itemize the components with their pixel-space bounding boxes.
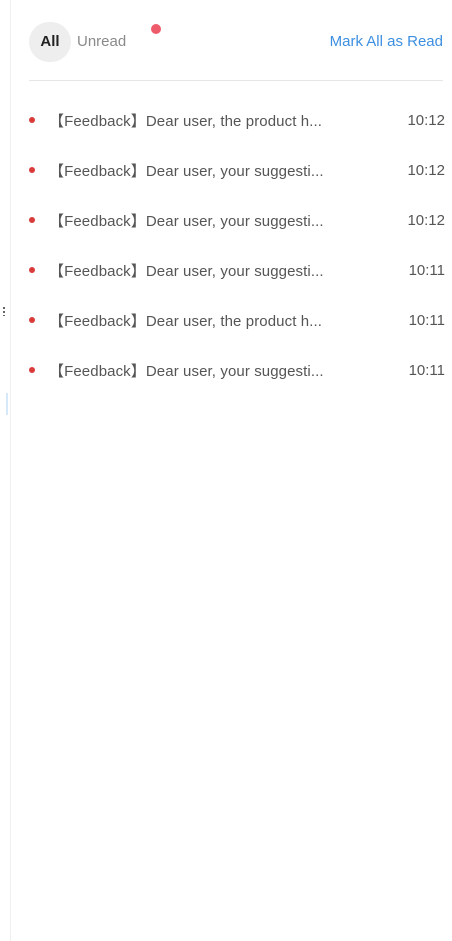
notification-time: 10:11 — [408, 261, 445, 279]
scroll-indicator — [6, 393, 8, 415]
unread-indicator-badge — [151, 24, 161, 34]
header-divider — [29, 80, 443, 81]
notification-item[interactable]: 【Feedback】Dear user, your suggesti... 10… — [25, 245, 445, 295]
notification-item[interactable]: 【Feedback】Dear user, the product h... 10… — [25, 295, 445, 345]
mark-all-as-read-link[interactable]: Mark All as Read — [330, 22, 443, 62]
notification-time: 10:12 — [407, 111, 445, 129]
notification-time: 10:11 — [408, 361, 445, 379]
unread-dot-icon — [29, 167, 35, 173]
left-edge-marker — [0, 300, 8, 420]
notification-text: 【Feedback】Dear user, your suggesti... — [49, 212, 324, 230]
notification-text: 【Feedback】Dear user, the product h... — [49, 312, 323, 330]
tab-unread[interactable]: Unread — [77, 22, 126, 62]
notification-list: 【Feedback】Dear user, the product h... 10… — [25, 95, 445, 395]
notification-item[interactable]: 【Feedback】Dear user, your suggesti... 10… — [25, 345, 445, 395]
notification-text: 【Feedback】Dear user, your suggesti... — [49, 362, 324, 380]
unread-dot-icon — [29, 117, 35, 123]
unread-dot-icon — [29, 217, 35, 223]
notification-text: 【Feedback】Dear user, your suggesti... — [49, 262, 324, 280]
notification-item[interactable]: 【Feedback】Dear user, your suggesti... 10… — [25, 145, 445, 195]
notification-time: 10:12 — [407, 211, 445, 229]
drag-handle-icon[interactable] — [3, 306, 5, 316]
notification-item[interactable]: 【Feedback】Dear user, the product h... 10… — [25, 95, 445, 145]
tab-all[interactable]: All — [29, 22, 71, 62]
notification-text: 【Feedback】Dear user, the product h... — [49, 112, 323, 130]
unread-dot-icon — [29, 317, 35, 323]
notification-item[interactable]: 【Feedback】Dear user, your suggesti... 10… — [25, 195, 445, 245]
notification-panel: All Unread Mark All as Read 【Feedback】De… — [10, 0, 452, 941]
notification-text: 【Feedback】Dear user, your suggesti... — [49, 162, 324, 180]
notification-header: All Unread Mark All as Read — [29, 22, 443, 62]
notification-time: 10:11 — [408, 311, 445, 329]
notification-time: 10:12 — [407, 161, 445, 179]
unread-dot-icon — [29, 367, 35, 373]
unread-dot-icon — [29, 267, 35, 273]
